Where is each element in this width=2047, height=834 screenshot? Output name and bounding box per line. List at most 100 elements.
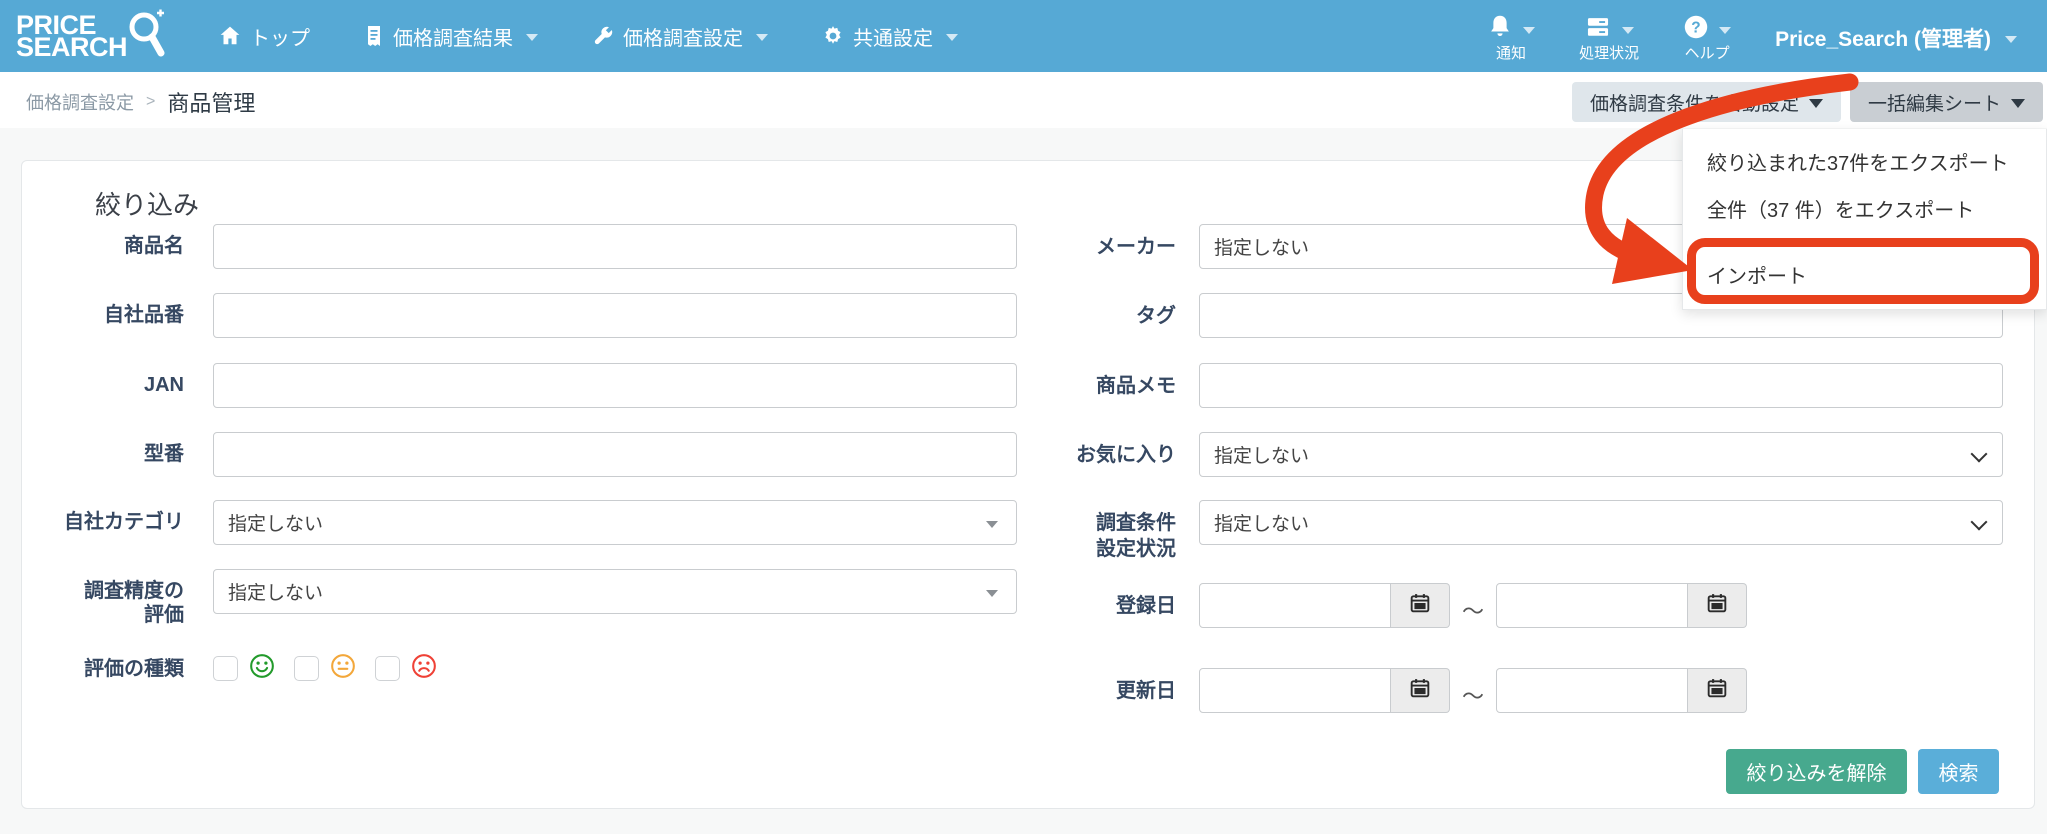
bulk-edit-sheet-button[interactable]: 一括編集シート [1850,82,2043,122]
page-title: 商品管理 [167,86,255,118]
registration-date-from-input[interactable] [1199,583,1391,628]
nav-item-label: 共通設定 [853,22,933,51]
rating-type-checkboxes [213,653,456,684]
wrench-icon [592,25,614,47]
registration-date-to-calendar-button[interactable] [1688,583,1747,628]
nav-item-label: 価格調査設定 [623,22,743,51]
filter-row: 更新日 ～ [976,668,1747,713]
maker-label: メーカー [976,224,1176,260]
nav-item-top[interactable]: トップ [219,22,310,51]
rating-good-checkbox[interactable] [213,656,238,681]
chevron-down-icon [526,34,538,41]
chevron-down-icon [1523,27,1535,34]
top-navbar: PRICE SEARCH トップ 価格調査結果 [0,0,2047,72]
update-date-from-calendar-button[interactable] [1391,668,1450,713]
chevron-down-icon [1971,514,1988,531]
survey-condition-status-label: 調査条件 設定状況 [976,500,1176,562]
nav-item-common-settings[interactable]: 共通設定 [822,22,958,51]
survey-accuracy-rating-select[interactable]: 指定しない [213,569,1017,614]
menu-item-import[interactable]: インポート [1683,260,2046,289]
menu-item-export-all[interactable]: 全件（37 件）をエクスポート [1683,194,2046,223]
own-part-number-input[interactable] [213,293,1017,338]
filter-row: 評価の種類 [22,653,456,684]
calendar-icon [1410,593,1430,618]
chevron-down-icon [2011,99,2025,108]
filter-row: 調査精度の 評価 指定しない [22,569,1017,627]
header-buttons: 価格調査条件を自動設定 一括編集シート [1572,82,2043,122]
update-date-from-input[interactable] [1199,668,1391,713]
filter-row: JAN [22,363,1017,408]
jan-label: JAN [22,363,184,397]
breadcrumb-parent[interactable]: 価格調査設定 [26,89,134,115]
chevron-down-icon [1622,27,1634,34]
registration-date-label: 登録日 [976,583,1176,619]
logo-text: PRICE SEARCH [16,14,127,58]
own-category-select[interactable]: 指定しない [213,500,1017,545]
help-icon: ? [1683,14,1709,43]
filter-title: 絞り込み [95,185,199,222]
calendar-icon [1707,678,1727,703]
update-date-label: 更新日 [976,668,1176,704]
help-menu[interactable]: ? ヘルプ [1683,12,1731,61]
notifications-menu[interactable]: 通知 [1487,12,1535,61]
clear-filters-button[interactable]: 絞り込みを解除 [1726,749,1907,794]
chevron-down-icon [1971,446,1988,463]
update-date-to-calendar-button[interactable] [1688,668,1747,713]
filter-row: 登録日 ～ [976,583,1747,628]
nav-item-survey-settings[interactable]: 価格調査設定 [592,22,768,51]
registration-date-to-input[interactable] [1496,583,1688,628]
update-date-range: ～ [1199,668,1747,713]
app-logo[interactable]: PRICE SEARCH [16,9,165,64]
chevron-down-icon [756,34,768,41]
server-icon [1584,14,1612,43]
filter-row: 型番 [22,432,1017,477]
navbar-right: 通知 処理状況 ? ヘルプ [1487,12,2017,61]
filter-row: 自社カテゴリ 指定しない [22,500,1017,545]
page: PRICE SEARCH トップ 価格調査結果 [0,0,2047,834]
chevron-down-icon [1719,27,1731,34]
jan-input[interactable] [213,363,1017,408]
survey-accuracy-rating-label: 調査精度の 評価 [22,569,184,627]
filter-row: 調査条件 設定状況 指定しない [976,500,2003,562]
smiley-neutral-icon [330,653,356,684]
chevron-down-icon [2005,36,2017,43]
calendar-icon [1410,678,1430,703]
chevron-down-icon [946,34,958,41]
registration-date-from-calendar-button[interactable] [1391,583,1450,628]
bulk-edit-sheet-dropdown: 絞り込まれた37件をエクスポート 全件（37 件）をエクスポート インポート [1682,129,2047,310]
model-number-input[interactable] [213,432,1017,477]
breadcrumb: 価格調査設定 > 商品管理 [26,86,255,118]
processing-status-menu[interactable]: 処理状況 [1579,12,1639,61]
home-icon [219,25,241,47]
user-menu[interactable]: Price_Search (管理者) [1775,23,2017,53]
magnifier-icon [121,9,165,64]
nav-item-label: トップ [250,22,310,51]
tag-label: タグ [976,293,1176,329]
rating-neutral-checkbox[interactable] [294,656,319,681]
filter-row: お気に入り 指定しない [976,432,2003,477]
nav-item-survey-results[interactable]: 価格調査結果 [364,22,538,51]
smiley-bad-icon [411,653,437,684]
auto-set-survey-conditions-button[interactable]: 価格調査条件を自動設定 [1572,82,1841,122]
survey-condition-status-select[interactable]: 指定しない [1199,500,2003,545]
rating-bad-checkbox[interactable] [375,656,400,681]
product-memo-label: 商品メモ [976,363,1176,399]
date-range-separator: ～ [1462,671,1484,711]
menu-item-export-filtered[interactable]: 絞り込まれた37件をエクスポート [1683,147,2046,176]
subheader: 価格調査設定 > 商品管理 価格調査条件を自動設定 一括編集シート [0,72,2047,128]
product-name-label: 商品名 [22,224,184,258]
help-label: ヘルプ [1685,46,1730,61]
user-name: Price_Search (管理者) [1775,23,1991,53]
calendar-icon [1707,593,1727,618]
update-date-to-input[interactable] [1496,668,1688,713]
bell-icon [1487,14,1513,43]
favorite-select[interactable]: 指定しない [1199,432,2003,477]
own-category-label: 自社カテゴリ [22,500,184,534]
search-button[interactable]: 検索 [1918,749,1999,794]
date-range-separator: ～ [1462,586,1484,626]
product-memo-input[interactable] [1199,363,2003,408]
processing-status-label: 処理状況 [1579,46,1639,61]
product-name-input[interactable] [213,224,1017,269]
svg-text:?: ? [1691,19,1700,36]
smiley-good-icon [249,653,275,684]
